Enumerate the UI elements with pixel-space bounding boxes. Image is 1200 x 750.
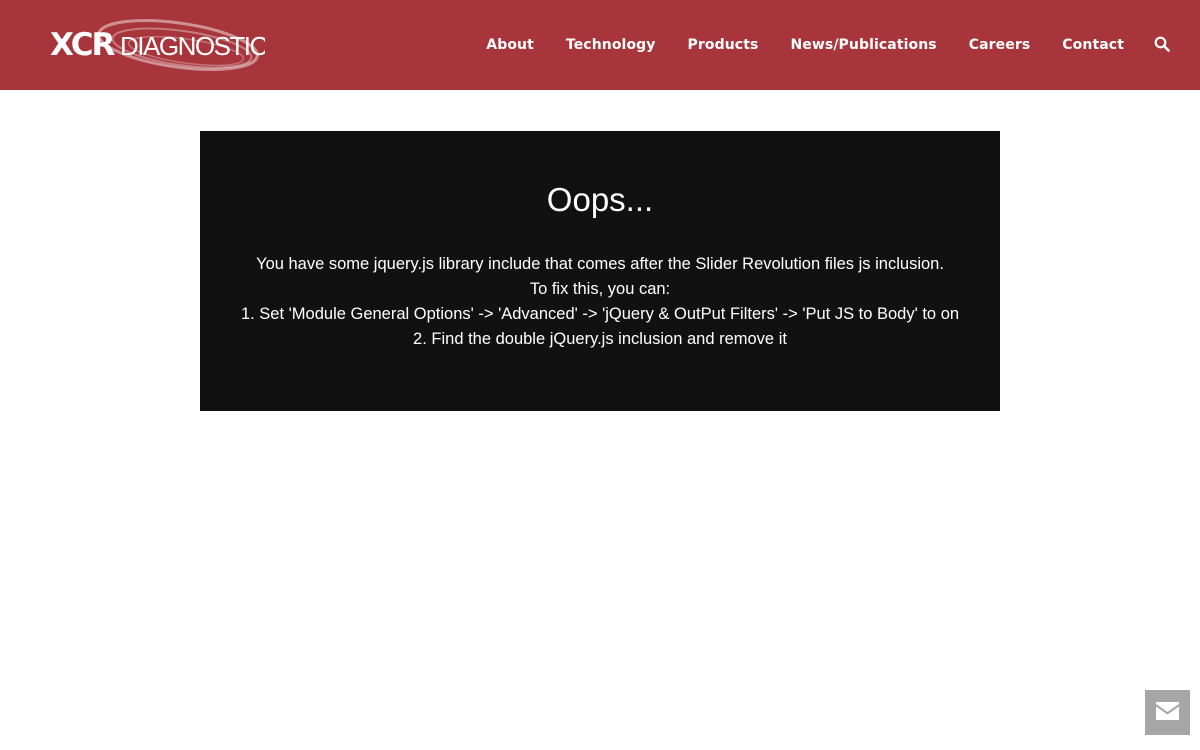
error-line: To fix this, you can: — [529, 280, 671, 298]
nav-about[interactable]: About — [486, 37, 534, 53]
contact-widget-button[interactable] — [1145, 690, 1190, 735]
nav-contact[interactable]: Contact — [1062, 37, 1124, 53]
error-message: You have some jquery.js library include … — [200, 252, 1000, 352]
error-line: You have some jquery.js library include … — [256, 255, 944, 273]
site-header: XCR DIAGNOSTICS About Technology Product… — [0, 0, 1200, 90]
main-nav: About Technology Products News/Publicati… — [486, 0, 1172, 90]
nav-careers[interactable]: Careers — [969, 37, 1031, 53]
site-logo[interactable]: XCR DIAGNOSTICS — [50, 12, 265, 78]
error-line: 2. Find the double jQuery.js inclusion a… — [413, 330, 787, 348]
nav-technology[interactable]: Technology — [566, 37, 656, 53]
nav-news-publications[interactable]: News/Publications — [790, 37, 936, 53]
logo-text-light: DIAGNOSTICS — [120, 31, 265, 61]
envelope-icon — [1156, 702, 1179, 720]
error-line: 1. Set 'Module General Options' -> 'Adva… — [240, 305, 960, 323]
nav-products[interactable]: Products — [688, 37, 759, 53]
search-icon[interactable] — [1154, 36, 1172, 54]
slider-error-box: Oops... You have some jquery.js library … — [200, 131, 1000, 411]
logo-text-bold: XCR — [50, 27, 116, 63]
error-title: Oops... — [546, 181, 654, 218]
